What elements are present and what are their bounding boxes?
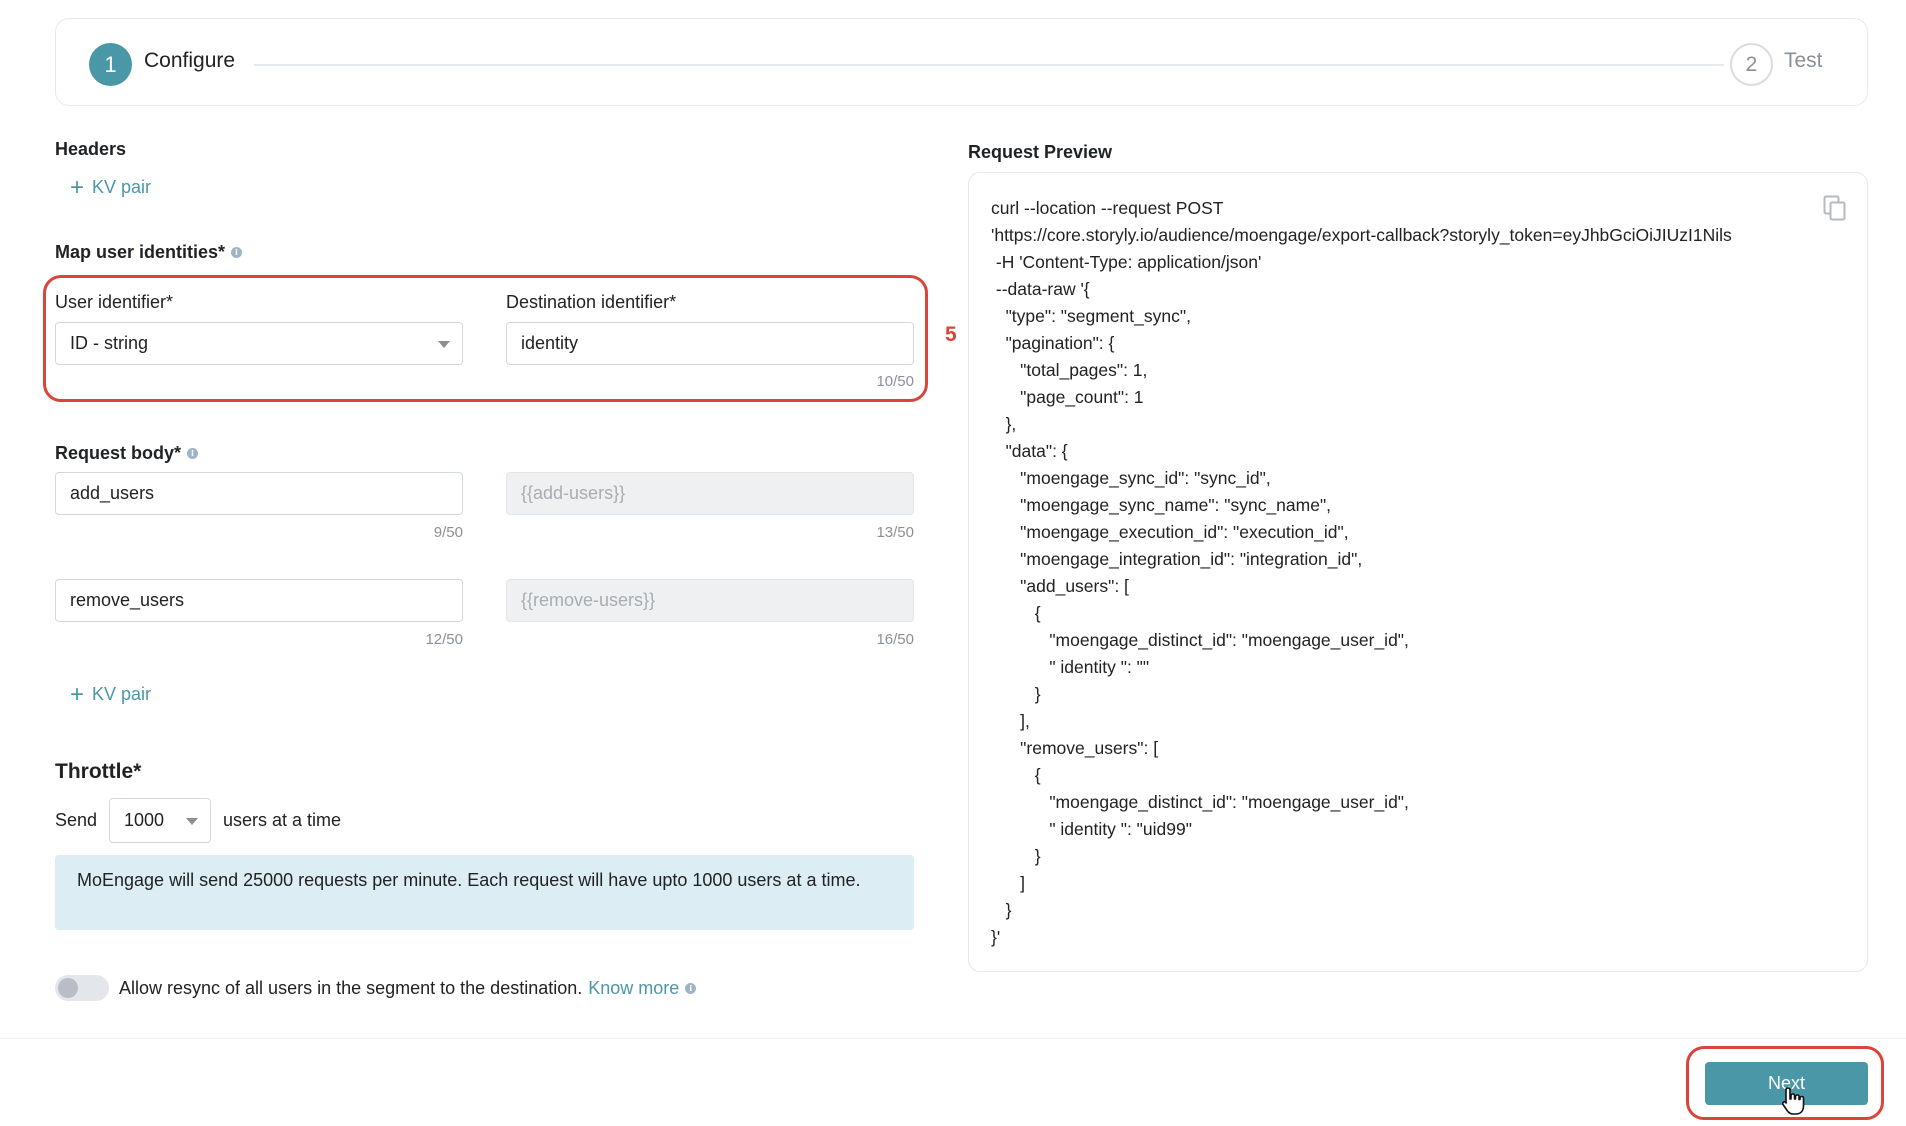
- user-identifier-value: ID - string: [70, 333, 149, 353]
- step-2-label[interactable]: Test: [1784, 49, 1823, 73]
- plus-icon: +: [70, 680, 85, 708]
- map-identities-title: Map user identities* i: [55, 242, 243, 263]
- resync-label: Allow resync of all users in the segment…: [119, 978, 697, 999]
- request-preview-panel: curl --location --request POST 'https://…: [968, 172, 1868, 972]
- stepper: 1 Configure 2 Test: [55, 18, 1868, 106]
- chevron-down-icon: [438, 341, 450, 348]
- chevron-down-icon: [186, 818, 198, 825]
- headers-title: Headers: [55, 139, 127, 159]
- send-label: Send: [55, 810, 98, 830]
- value-counter: 13/50: [876, 524, 914, 541]
- batch-size-select[interactable]: 1000: [109, 798, 211, 843]
- step-2-indicator[interactable]: 2: [1730, 43, 1773, 86]
- annotation-number: 5: [945, 323, 957, 346]
- know-more-link[interactable]: Know more: [588, 978, 679, 999]
- users-at-a-time-label: users at a time: [223, 810, 342, 830]
- info-icon[interactable]: i: [187, 448, 199, 459]
- key-counter: 12/50: [425, 631, 463, 648]
- batch-size-value: 1000: [124, 810, 165, 830]
- footer-divider: [0, 1038, 1906, 1039]
- hand-cursor-icon: [1781, 1087, 1805, 1115]
- stepper-connector: [254, 64, 1724, 66]
- add-header-kv-button[interactable]: + KV pair: [70, 173, 152, 201]
- step-1-label[interactable]: Configure: [144, 49, 235, 73]
- destination-identifier-label: Destination identifier*: [506, 292, 677, 312]
- toggle-knob: [58, 978, 78, 998]
- resync-toggle[interactable]: [55, 975, 109, 1001]
- destination-identifier-counter: 10/50: [876, 373, 914, 390]
- info-icon[interactable]: i: [231, 247, 243, 258]
- request-body-key-input[interactable]: remove_users: [55, 579, 463, 622]
- request-body-title: Request body* i: [55, 443, 199, 464]
- request-body-value-input: {{add-users}}: [506, 472, 914, 515]
- request-body-value-input: {{remove-users}}: [506, 579, 914, 622]
- value-counter: 16/50: [876, 631, 914, 648]
- request-body-key-input[interactable]: add_users: [55, 472, 463, 515]
- request-preview-code: curl --location --request POST 'https://…: [991, 198, 1732, 947]
- add-header-kv-label: KV pair: [92, 177, 152, 197]
- add-body-kv-button[interactable]: + KV pair: [70, 680, 152, 708]
- request-preview-title: Request Preview: [968, 142, 1113, 162]
- key-counter: 9/50: [433, 524, 463, 541]
- user-identifier-label: User identifier*: [55, 292, 174, 312]
- copy-icon[interactable]: [1823, 195, 1847, 221]
- destination-identifier-input[interactable]: identity: [506, 322, 914, 365]
- destination-identifier-value: identity: [521, 333, 579, 353]
- user-identifier-select[interactable]: ID - string: [55, 322, 463, 365]
- throttle-info-banner: MoEngage will send 25000 requests per mi…: [55, 855, 914, 930]
- plus-icon: +: [70, 173, 85, 201]
- throttle-title: Throttle*: [55, 760, 142, 783]
- step-1-indicator[interactable]: 1: [89, 43, 132, 86]
- add-body-kv-label: KV pair: [92, 684, 152, 704]
- info-icon[interactable]: i: [685, 983, 697, 994]
